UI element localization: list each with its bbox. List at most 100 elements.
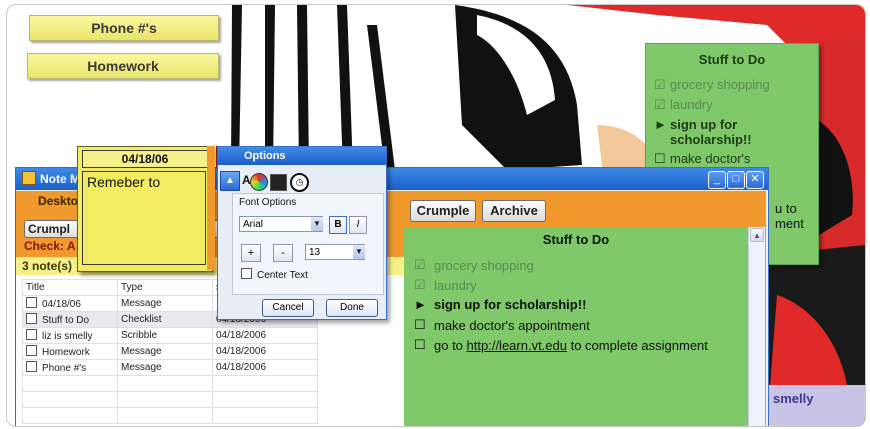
item-label: grocery shopping [670, 77, 770, 92]
column-header-type[interactable]: Type [117, 279, 213, 296]
crumple-button[interactable]: Crumpl [24, 220, 79, 238]
app-icon [22, 171, 36, 185]
row-date: 04/18/2006 [212, 343, 318, 360]
note-title: Stuff to Do [698, 52, 766, 67]
yellow-note-edge [207, 146, 215, 270]
close-window-button[interactable]: ✕ [746, 171, 764, 189]
maximize-button[interactable]: □ [727, 171, 745, 189]
row-type: Scribble [117, 327, 213, 344]
phone-note-tab[interactable]: Phone #'s [29, 15, 219, 41]
window-title: Note M [40, 172, 80, 186]
note-pin-icon[interactable]: ▲ [220, 171, 240, 191]
italic-button[interactable]: I [349, 216, 367, 234]
unchecked-box-icon: ☐ [414, 317, 426, 332]
arrow-icon: ► [654, 117, 667, 132]
cancel-button[interactable]: Cancel [262, 299, 314, 317]
smelly-text-fragment: smelly [773, 391, 814, 406]
checklist-item[interactable]: ► sign up for scholarship!! [414, 297, 586, 312]
layers-icon[interactable] [270, 174, 287, 191]
checklist-item[interactable]: ☑ grocery shopping [414, 257, 534, 273]
row-type: Message [117, 359, 213, 376]
archive-note-button[interactable]: Archive [482, 200, 546, 222]
homework-note-tab[interactable]: Homework [27, 53, 219, 79]
checkbox[interactable] [26, 297, 37, 308]
font-options-panel: Font Options Arial ▼ B I + - 13 ▼ Center… [232, 193, 384, 295]
item-label: grocery shopping [434, 257, 534, 273]
checkbox-box[interactable] [241, 268, 252, 279]
check-label: Check: A [24, 239, 76, 253]
center-text-label: Center Text [257, 270, 308, 281]
chevron-down-icon[interactable]: ▼ [311, 217, 323, 231]
font-family-value: Arial [243, 219, 264, 230]
checklist-item[interactable]: ☑ laundry [654, 97, 818, 113]
table-row[interactable]: Phone #'s Message 04/18/2006 [22, 359, 318, 376]
item-label: laundry [670, 97, 713, 112]
alarm-clock-icon[interactable]: ◷ [290, 173, 309, 192]
row-type: Checklist [117, 311, 213, 328]
checklist-item[interactable]: ► sign up for scholarship!! [654, 117, 818, 147]
checked-box-icon: ☑ [414, 257, 426, 272]
row-title: Phone #'s [42, 363, 87, 374]
checklist-item[interactable]: ☑ grocery shopping [654, 77, 818, 93]
chevron-down-icon[interactable]: ▼ [353, 245, 365, 259]
dialog-title: Options [244, 150, 286, 162]
note-text-area[interactable]: Remeber to [82, 171, 206, 265]
note-date: 04/18/06 [82, 150, 208, 168]
row-title: 04/18/06 [42, 299, 81, 310]
crumple-note-button[interactable]: Crumple [410, 200, 476, 222]
checked-box-icon: ☑ [654, 77, 666, 92]
increase-size-button[interactable]: + [241, 244, 261, 262]
row-date: 04/18/2006 [212, 327, 318, 344]
checklist-item[interactable]: ☑ laundry [414, 277, 477, 293]
font-options-label: Font Options [239, 197, 297, 208]
checklist-item[interactable]: ☐ make doctor's appointment [414, 317, 590, 333]
row-title: liz is smelly [42, 331, 93, 342]
column-header-title[interactable]: Title [22, 279, 118, 296]
item-label: sign up for scholarship!! [434, 297, 587, 312]
row-title: Stuff to Do [42, 315, 90, 326]
checkbox[interactable] [26, 345, 37, 356]
checkbox[interactable] [26, 329, 37, 340]
options-dialog: Options ▲ A ◷ Font Options Arial ▼ B I +… [217, 146, 387, 320]
note-text: Remeber to [87, 174, 161, 190]
scroll-up-button[interactable]: ▲ [750, 228, 764, 242]
unchecked-box-icon: ☐ [414, 337, 426, 352]
checklist-item[interactable]: ☐ go to http://learn.vt.edu to complete a… [414, 337, 708, 353]
bold-button[interactable]: B [329, 216, 347, 234]
color-palette-icon[interactable] [250, 173, 268, 191]
item-label: make doctor's appointment [434, 317, 590, 333]
note-body[interactable]: Stuff to Do ☑ grocery shopping ☑ laundry ►… [404, 227, 748, 426]
checked-box-icon: ☑ [414, 277, 426, 292]
text-fragment: ment [775, 216, 804, 231]
item-label: sign up for scholarship!! [670, 117, 752, 147]
check-text: Check: [24, 239, 65, 253]
decrease-size-button[interactable]: - [273, 244, 293, 262]
done-button[interactable]: Done [326, 299, 378, 317]
arrow-icon: ► [414, 297, 427, 312]
screenshot-frame: Phone #'s Homework Stuff to Do ☑ grocery … [6, 4, 866, 427]
section-label: Deskto [38, 194, 79, 208]
font-size-value: 13 [309, 247, 321, 258]
center-text-checkbox[interactable]: Center Text [241, 268, 308, 281]
item-label: laundry [434, 277, 477, 293]
note-title: Stuff to Do [542, 232, 610, 247]
table-row[interactable]: liz is smelly Scribble 04/18/2006 [22, 327, 318, 344]
item-prefix: go to [434, 337, 467, 353]
unchecked-box-icon: ☐ [654, 151, 666, 166]
row-type: Message [117, 295, 213, 312]
table-row[interactable]: Homework Message 04/18/2006 [22, 343, 318, 360]
table-row [22, 407, 318, 424]
checklist-item[interactable]: ☐ make doctor's [654, 151, 818, 167]
minimize-button[interactable]: _ [708, 171, 726, 189]
learn-link[interactable]: http://learn.vt.edu [467, 338, 567, 353]
note-count: 3 note(s) [22, 259, 73, 273]
vertical-scrollbar[interactable]: ▲ [748, 227, 765, 426]
item-suffix: to complete assignment [566, 337, 708, 353]
checkbox[interactable] [26, 313, 37, 324]
yellow-note[interactable]: 04/18/06 Remeber to [77, 146, 213, 272]
table-row [22, 391, 318, 408]
row-type: Message [117, 343, 213, 360]
checked-box-icon: ☑ [654, 97, 666, 112]
checkbox[interactable] [26, 361, 37, 372]
table-row [22, 375, 318, 392]
